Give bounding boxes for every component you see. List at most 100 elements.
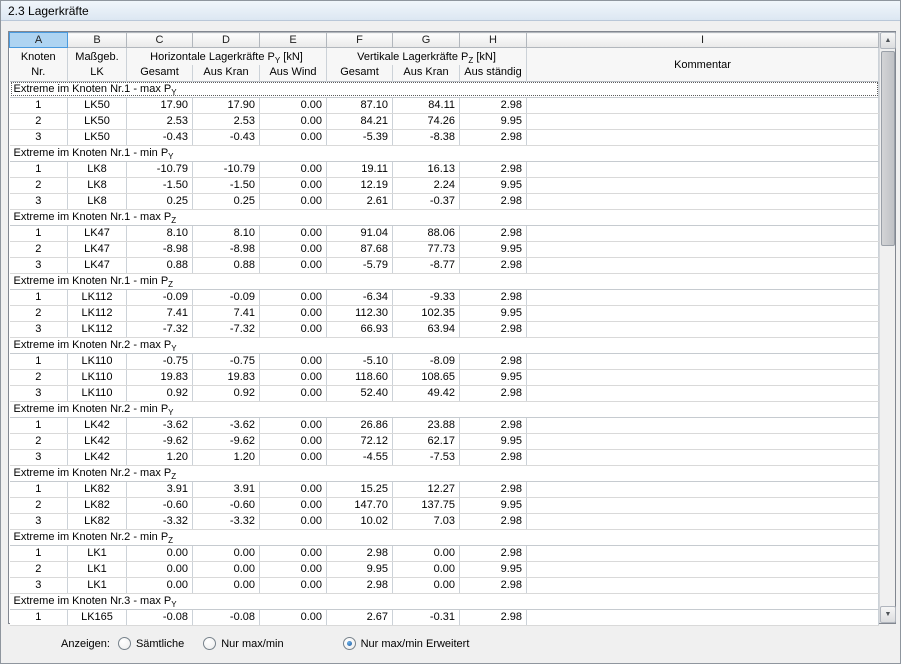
scroll-up-button[interactable]: ▲ xyxy=(880,32,896,49)
cell[interactable]: 66.93 xyxy=(326,321,393,338)
cell[interactable]: -8.38 xyxy=(392,129,460,146)
cell[interactable]: 0.00 xyxy=(259,97,327,114)
cell[interactable]: 0.00 xyxy=(259,577,327,594)
cell[interactable]: 0.00 xyxy=(259,289,327,306)
cell[interactable]: 8.10 xyxy=(126,225,193,242)
cell[interactable]: 26.86 xyxy=(326,417,393,434)
cell[interactable]: -7.32 xyxy=(126,321,193,338)
cell[interactable] xyxy=(526,289,879,306)
cell[interactable]: 3 xyxy=(9,577,68,594)
cell[interactable]: 0.00 xyxy=(259,321,327,338)
cell[interactable] xyxy=(526,577,879,594)
column-letter-a[interactable]: A xyxy=(9,32,68,48)
cell[interactable]: 2.61 xyxy=(326,193,393,210)
cell[interactable]: 19.83 xyxy=(126,369,193,386)
cell[interactable]: 2.53 xyxy=(192,113,260,130)
cell[interactable]: 72.12 xyxy=(326,433,393,450)
cell[interactable] xyxy=(526,177,879,194)
cell[interactable]: 0.00 xyxy=(392,561,460,578)
cell[interactable]: 1 xyxy=(9,545,68,562)
cell[interactable]: 102.35 xyxy=(392,305,460,322)
cell[interactable]: 49.42 xyxy=(392,385,460,402)
cell[interactable] xyxy=(526,417,879,434)
cell[interactable]: LK47 xyxy=(67,225,127,242)
cell[interactable]: 1 xyxy=(9,97,68,114)
cell[interactable]: LK82 xyxy=(67,481,127,498)
cell[interactable]: LK50 xyxy=(67,97,127,114)
cell[interactable]: -0.60 xyxy=(192,497,260,514)
cell[interactable]: -0.08 xyxy=(126,609,193,626)
cell[interactable]: -0.60 xyxy=(126,497,193,514)
cell[interactable]: 0.00 xyxy=(259,257,327,274)
cell[interactable]: 118.60 xyxy=(326,369,393,386)
cell[interactable]: 2.98 xyxy=(459,321,527,338)
cell[interactable]: 0.00 xyxy=(259,241,327,258)
cell[interactable]: 2.98 xyxy=(459,577,527,594)
cell[interactable]: 2.98 xyxy=(459,289,527,306)
cell[interactable]: 9.95 xyxy=(326,561,393,578)
cell[interactable]: 1 xyxy=(9,609,68,626)
cell[interactable] xyxy=(526,129,879,146)
cell[interactable]: 9.95 xyxy=(459,497,527,514)
radio-nur-maxmin-erweitert[interactable]: Nur max/min Erweitert xyxy=(342,637,469,650)
column-letter-b[interactable]: B xyxy=(67,32,127,48)
cell[interactable]: 0.00 xyxy=(126,545,193,562)
cell[interactable]: LK50 xyxy=(67,113,127,130)
cell[interactable]: 2 xyxy=(9,177,68,194)
cell[interactable]: LK8 xyxy=(67,161,127,178)
table-row[interactable]: 3 LK1 0.00 0.00 0.00 2.98 0.00 2.98 xyxy=(9,577,879,594)
cell[interactable]: -8.98 xyxy=(192,241,260,258)
cell[interactable]: 2.98 xyxy=(459,609,527,626)
cell[interactable]: 2.53 xyxy=(126,113,193,130)
column-letter-h[interactable]: H xyxy=(459,32,527,48)
cell[interactable] xyxy=(526,449,879,466)
table-row[interactable]: 2 LK82 -0.60 -0.60 0.00 147.70 137.75 9.95 xyxy=(9,497,879,514)
cell[interactable] xyxy=(526,113,879,130)
cell[interactable]: LK1 xyxy=(67,561,127,578)
table-row[interactable]: 2 LK47 -8.98 -8.98 0.00 87.68 77.73 9.95 xyxy=(9,241,879,258)
radio-saemtliche[interactable]: Sämtliche xyxy=(117,637,184,650)
column-letter-d[interactable]: D xyxy=(192,32,260,48)
cell[interactable]: 137.75 xyxy=(392,497,460,514)
cell[interactable]: 2.98 xyxy=(459,97,527,114)
cell[interactable]: 2.98 xyxy=(459,225,527,242)
cell[interactable]: 147.70 xyxy=(326,497,393,514)
radio-saemtliche-icon[interactable] xyxy=(117,637,131,650)
cell[interactable] xyxy=(526,353,879,370)
cell[interactable]: LK8 xyxy=(67,193,127,210)
cell[interactable]: LK165 xyxy=(67,609,127,626)
cell[interactable]: 1 xyxy=(9,161,68,178)
cell[interactable]: 2.24 xyxy=(392,177,460,194)
group-header-row[interactable]: Extreme im Knoten Nr.1 - max PZ xyxy=(9,208,879,226)
cell[interactable]: 0.92 xyxy=(192,385,260,402)
cell[interactable]: 0.00 xyxy=(126,561,193,578)
cell[interactable]: -9.62 xyxy=(126,433,193,450)
table-row[interactable]: 1 LK47 8.10 8.10 0.00 91.04 88.06 2.98 xyxy=(9,225,879,242)
cell[interactable]: LK50 xyxy=(67,129,127,146)
cell[interactable]: LK110 xyxy=(67,369,127,386)
cell[interactable]: 0.00 xyxy=(259,113,327,130)
table-row[interactable]: 2 LK1 0.00 0.00 0.00 9.95 0.00 9.95 xyxy=(9,561,879,578)
cell[interactable]: LK8 xyxy=(67,177,127,194)
cell[interactable]: 3 xyxy=(9,257,68,274)
cell[interactable]: LK47 xyxy=(67,241,127,258)
group-header-row[interactable]: Extreme im Knoten Nr.1 - min PZ xyxy=(9,272,879,290)
cell[interactable]: LK47 xyxy=(67,257,127,274)
cell[interactable]: -3.32 xyxy=(126,513,193,530)
cell[interactable]: 9.95 xyxy=(459,305,527,322)
cell[interactable]: 2.98 xyxy=(459,513,527,530)
group-header-row[interactable]: Extreme im Knoten Nr.2 - max PY xyxy=(9,336,879,354)
cell[interactable]: 19.83 xyxy=(192,369,260,386)
cell[interactable]: 2 xyxy=(9,241,68,258)
cell[interactable]: 7.41 xyxy=(126,305,193,322)
table-row[interactable]: 1 LK82 3.91 3.91 0.00 15.25 12.27 2.98 xyxy=(9,481,879,498)
cell[interactable]: -9.33 xyxy=(392,289,460,306)
cell[interactable]: 2.67 xyxy=(326,609,393,626)
cell[interactable]: -3.32 xyxy=(192,513,260,530)
cell[interactable]: 0.25 xyxy=(192,193,260,210)
group-header-row[interactable]: Extreme im Knoten Nr.2 - min PZ xyxy=(9,528,879,546)
radio-nur-maxmin-icon[interactable] xyxy=(203,637,217,650)
table-row[interactable]: 1 LK1 0.00 0.00 0.00 2.98 0.00 2.98 xyxy=(9,545,879,562)
cell[interactable]: -8.09 xyxy=(392,353,460,370)
cell[interactable]: 0.00 xyxy=(392,577,460,594)
